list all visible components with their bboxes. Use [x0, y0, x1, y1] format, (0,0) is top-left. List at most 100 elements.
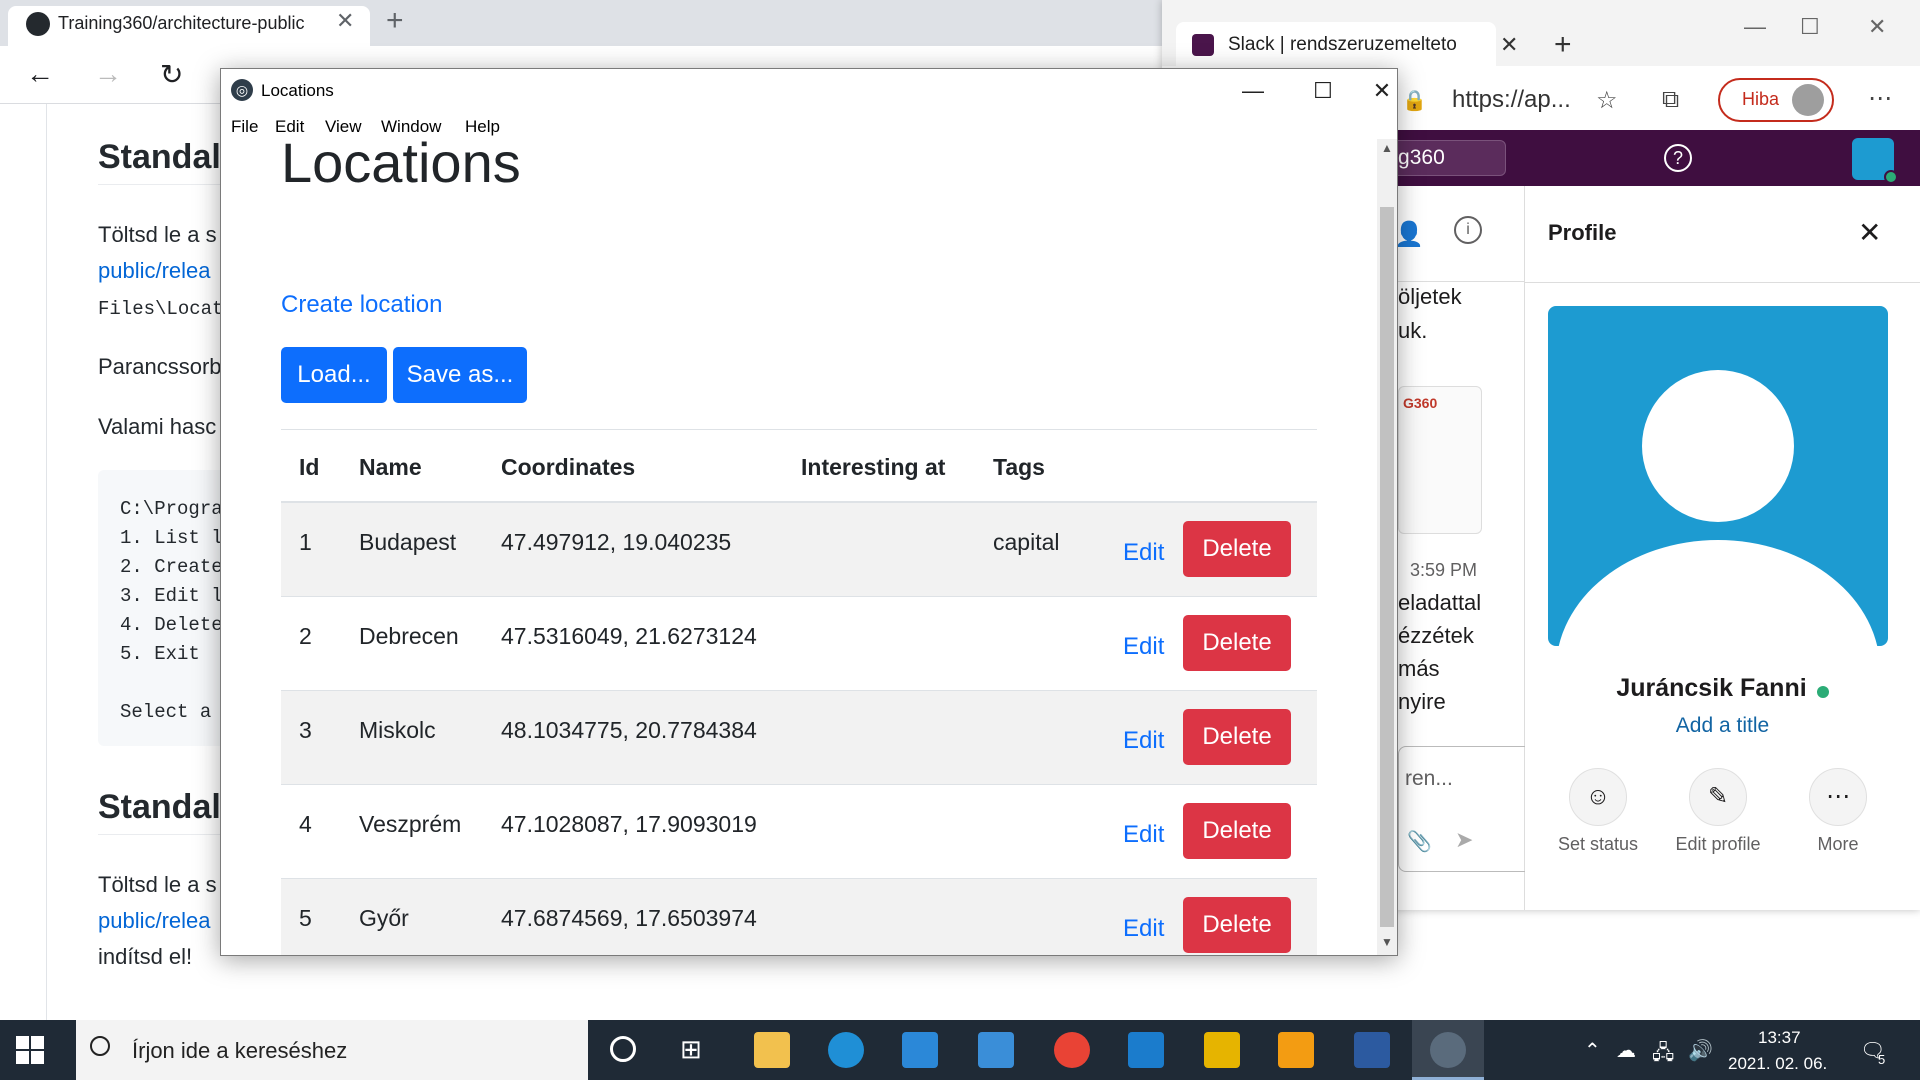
section-heading: Standal — [98, 788, 221, 826]
edge-tab-title: Slack | rendszeruzemelteto | Train — [1228, 34, 1458, 55]
mail-icon[interactable] — [978, 1032, 1014, 1068]
action-label: Edit profile — [1675, 834, 1761, 854]
content-border — [46, 104, 47, 1020]
scrollbar-thumb[interactable] — [1380, 207, 1394, 927]
edit-link[interactable]: Edit — [1123, 633, 1164, 661]
maximize-icon[interactable]: ☐ — [1800, 14, 1820, 40]
window-title: Locations — [261, 81, 334, 100]
back-icon[interactable]: ← — [26, 58, 54, 90]
onedrive-icon[interactable]: ☁ — [1616, 1038, 1636, 1063]
code-line: 5. Exit — [120, 643, 200, 665]
menu-edit[interactable]: Edit — [275, 117, 304, 137]
code-block: C:\Progra 1. List l 2. Create 3. Edit l … — [98, 470, 228, 746]
lock-icon[interactable]: 🔒 — [1402, 88, 1427, 113]
remote-desktop-icon[interactable] — [1354, 1032, 1390, 1068]
create-location-link[interactable]: Create location — [281, 291, 442, 319]
close-icon[interactable]: ✕ — [1868, 14, 1886, 40]
clock-date[interactable]: 2021. 02. 06. — [1728, 1054, 1827, 1074]
cortana-icon[interactable] — [610, 1036, 636, 1062]
edit-link[interactable]: Edit — [1123, 821, 1164, 849]
release-link[interactable]: public/relea — [98, 908, 211, 934]
cell-tags: capital — [993, 529, 1060, 555]
window-titlebar[interactable] — [221, 69, 1397, 111]
clock-time[interactable]: 13:37 — [1758, 1028, 1801, 1048]
menu-file[interactable]: File — [231, 117, 258, 137]
edit-link[interactable]: Edit — [1123, 915, 1164, 943]
cell-id: 5 — [299, 905, 312, 931]
delete-button[interactable]: Delete — [1183, 897, 1291, 953]
avatar[interactable] — [1792, 84, 1824, 116]
menu-window[interactable]: Window — [381, 117, 441, 137]
collections-icon[interactable]: ⧉ — [1662, 86, 1679, 114]
network-icon[interactable]: 🖧 — [1652, 1038, 1674, 1072]
scroll-up-icon[interactable]: ▲ — [1381, 141, 1393, 155]
locations-app-icon[interactable] — [1430, 1032, 1466, 1068]
help-icon[interactable]: ? — [1664, 144, 1692, 172]
volume-icon[interactable]: 🔊 — [1688, 1038, 1713, 1063]
taskbar-search-placeholder: Írjon ide a kereséshez — [132, 1038, 348, 1063]
cell-id: 3 — [299, 717, 312, 743]
vscode-icon[interactable] — [1128, 1032, 1164, 1068]
virtualbox-icon[interactable] — [1278, 1032, 1314, 1068]
github-icon — [26, 12, 50, 36]
file-explorer-icon[interactable] — [754, 1032, 790, 1068]
address-bar[interactable]: https://ap... — [1452, 86, 1571, 114]
add-title-link[interactable]: Add a title — [1676, 714, 1769, 737]
delete-button[interactable]: Delete — [1183, 521, 1291, 577]
release-link[interactable]: public/relea — [98, 258, 211, 284]
delete-button[interactable]: Delete — [1183, 803, 1291, 859]
message-timestamp: 3:59 PM — [1410, 560, 1478, 580]
message-text: eladattal — [1398, 590, 1482, 615]
tools-icon[interactable] — [1204, 1032, 1240, 1068]
task-view-icon[interactable]: ⊞ — [680, 1034, 702, 1065]
new-tab-icon[interactable]: + — [386, 4, 404, 38]
reload-icon[interactable]: ↻ — [160, 58, 183, 91]
more-icon: ⋯ — [1809, 768, 1867, 826]
chevron-up-icon[interactable]: ⌃ — [1584, 1038, 1601, 1063]
presence-indicator — [1884, 170, 1898, 184]
more-icon[interactable]: ⋯ — [1868, 84, 1892, 113]
forward-icon[interactable]: → — [94, 58, 122, 90]
new-tab-icon[interactable]: + — [1554, 28, 1572, 62]
delete-button[interactable]: Delete — [1183, 615, 1291, 671]
action-label: Set status — [1557, 834, 1639, 854]
scroll-down-icon[interactable]: ▼ — [1381, 935, 1393, 949]
attach-icon[interactable]: 📎 — [1407, 829, 1432, 854]
profile-name-row: Juráncsik Fanni — [1525, 674, 1920, 703]
menu-view[interactable]: View — [325, 117, 362, 137]
info-icon[interactable]: i — [1454, 216, 1482, 244]
add-member-icon[interactable]: 👤 — [1394, 220, 1424, 249]
set-status-button[interactable]: ☺ Set status — [1543, 768, 1653, 855]
edit-link[interactable]: Edit — [1123, 539, 1164, 567]
delete-button[interactable]: Delete — [1183, 709, 1291, 765]
maximize-icon[interactable]: ☐ — [1293, 73, 1353, 109]
action-label: More — [1817, 834, 1859, 854]
presence-indicator — [1816, 685, 1829, 698]
edge-icon[interactable] — [828, 1032, 864, 1068]
menu-help[interactable]: Help — [465, 117, 500, 137]
message-text: ézzétek — [1398, 623, 1474, 648]
code-line: Select a — [120, 701, 212, 723]
edit-link[interactable]: Edit — [1123, 727, 1164, 755]
edit-profile-button[interactable]: ✎ Edit profile — [1663, 768, 1773, 855]
close-icon[interactable]: ✕ — [1858, 216, 1881, 249]
load-button[interactable]: Load... — [281, 347, 387, 403]
message-text: nyire — [1398, 689, 1446, 714]
send-icon[interactable]: ➤ — [1455, 827, 1473, 853]
minimize-icon[interactable]: — — [1744, 14, 1766, 40]
column-header-id: Id — [299, 454, 320, 480]
close-tab-icon[interactable]: ✕ — [336, 8, 354, 34]
close-icon[interactable]: ✕ — [1365, 73, 1399, 109]
chrome-icon[interactable] — [1054, 1032, 1090, 1068]
save-as-button[interactable]: Save as... — [393, 347, 527, 403]
vertical-scrollbar[interactable]: ▲ ▼ — [1377, 139, 1397, 955]
minimize-icon[interactable]: — — [1223, 73, 1283, 109]
close-tab-icon[interactable]: ✕ — [1500, 32, 1518, 58]
code-line: 4. Delete — [120, 614, 223, 636]
attachment-thumbnail[interactable]: G360 — [1398, 386, 1482, 534]
more-button[interactable]: ⋯ More — [1783, 768, 1893, 855]
store-icon[interactable] — [902, 1032, 938, 1068]
profile-picture — [1548, 306, 1888, 646]
favorite-icon[interactable]: ☆ — [1596, 86, 1618, 115]
windows-start-icon[interactable] — [16, 1036, 44, 1064]
